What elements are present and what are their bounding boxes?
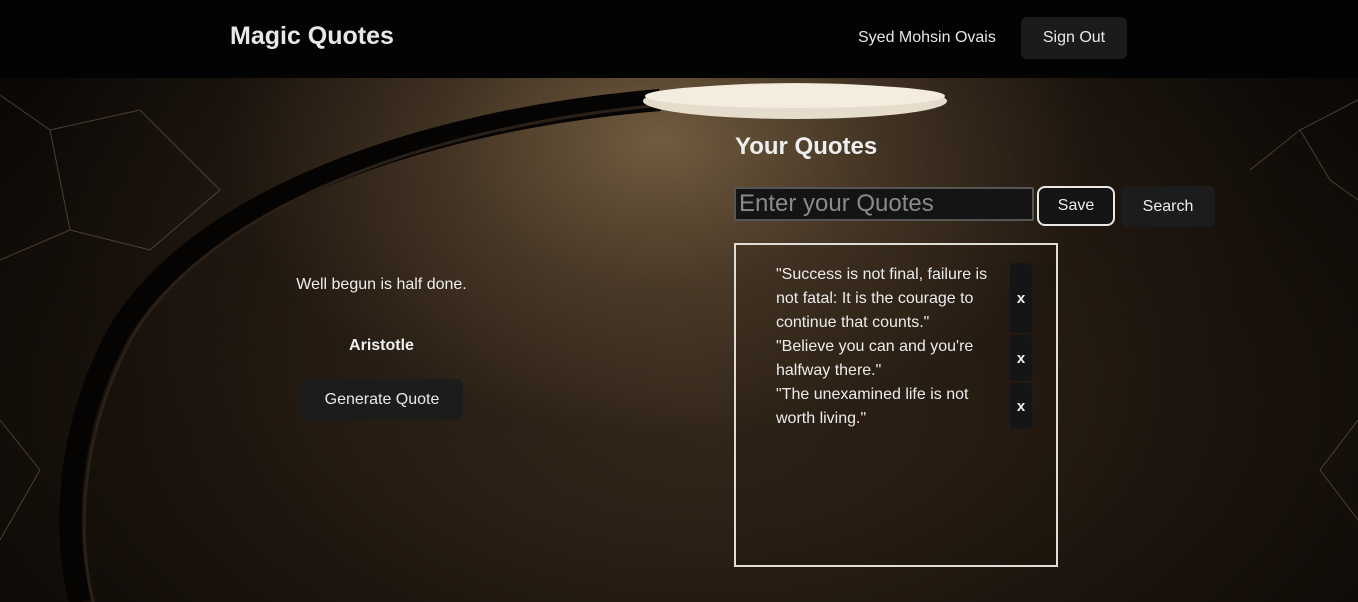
username-label: Syed Mohsin Ovais [858, 29, 996, 46]
saved-quote-item: "Believe you can and you're halfway ther… [776, 338, 974, 379]
saved-quote-item: "The unexamined life is not worth living… [776, 386, 969, 427]
brand-title[interactable]: Magic Quotes [230, 22, 394, 51]
random-quote-text: Well begun is half done. [296, 276, 467, 293]
delete-quote-button[interactable]: x [1010, 383, 1032, 429]
saved-quotes-list: "Success is not final, failure is not fa… [734, 243, 1058, 567]
top-navbar: Magic Quotes Syed Mohsin Ovais Sign Out [0, 0, 1358, 78]
background-image [0, 0, 1358, 602]
quote-input[interactable] [734, 187, 1034, 221]
delete-quote-button[interactable]: x [1010, 263, 1032, 333]
your-quotes-title: Your Quotes [735, 133, 878, 160]
saved-quote-item: "Success is not final, failure is not fa… [776, 266, 988, 331]
save-button[interactable]: Save [1037, 186, 1115, 226]
delete-quote-button[interactable]: x [1010, 335, 1032, 381]
generate-quote-button[interactable]: Generate Quote [301, 379, 463, 420]
search-button[interactable]: Search [1121, 186, 1215, 227]
lamp-background-art [0, 83, 1358, 602]
random-quote-author: Aristotle [349, 337, 414, 354]
sign-out-button[interactable]: Sign Out [1021, 17, 1127, 59]
